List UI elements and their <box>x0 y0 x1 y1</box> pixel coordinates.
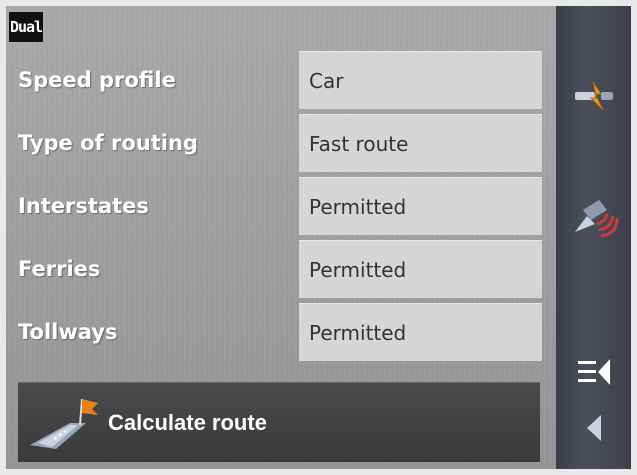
setting-value[interactable]: Permitted <box>299 240 542 298</box>
setting-label: Type of routing <box>18 131 198 155</box>
back-icon <box>586 415 601 441</box>
settings-panel: Dual Speed profile Car Type of routing F… <box>6 6 556 469</box>
setting-row-type-of-routing[interactable]: Type of routing Fast route <box>6 114 542 172</box>
route-flag-icon <box>30 398 98 449</box>
setting-value[interactable]: Permitted <box>299 303 542 361</box>
menu-collapse-button[interactable] <box>556 350 631 394</box>
gps-status-button[interactable] <box>556 186 631 246</box>
calculate-route-label: Calculate route <box>108 409 267 435</box>
brand-logo: Dual <box>9 12 43 42</box>
setting-value[interactable]: Fast route <box>299 114 542 172</box>
back-button[interactable] <box>556 406 631 450</box>
calculate-route-button[interactable]: Calculate route <box>18 382 540 462</box>
setting-label: Speed profile <box>18 68 176 92</box>
setting-value[interactable]: Permitted <box>299 177 542 235</box>
setting-label: Ferries <box>18 257 101 281</box>
setting-value[interactable]: Car <box>299 51 542 109</box>
setting-row-speed-profile[interactable]: Speed profile Car <box>6 51 542 109</box>
sidebar <box>556 6 631 469</box>
setting-label: Interstates <box>18 194 149 218</box>
menu-collapse-icon <box>577 359 610 385</box>
setting-row-tollways[interactable]: Tollways Permitted <box>6 303 542 361</box>
screen: Dual Speed profile Car Type of routing F… <box>6 6 631 469</box>
route-options-icon <box>574 81 613 111</box>
gps-signal-icon <box>574 200 618 238</box>
setting-row-ferries[interactable]: Ferries Permitted <box>6 240 542 298</box>
setting-label: Tollways <box>18 320 118 344</box>
route-options-button[interactable] <box>556 66 631 126</box>
setting-row-interstates[interactable]: Interstates Permitted <box>6 177 542 235</box>
